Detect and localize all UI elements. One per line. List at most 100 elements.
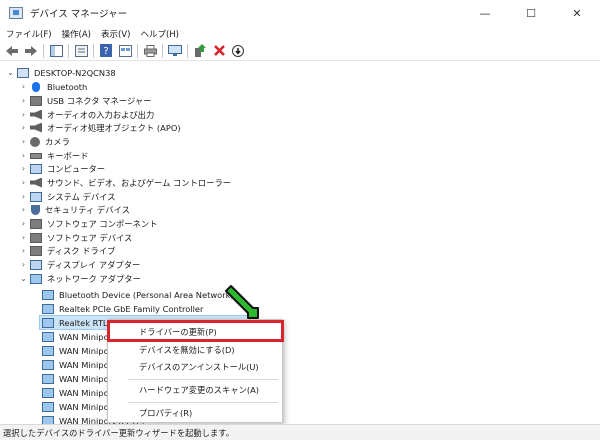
uninstall-device-button[interactable] bbox=[211, 43, 227, 59]
menu-item-label: プロパティ(R) bbox=[139, 408, 193, 418]
tree-item-label: セキュリティ デバイス bbox=[45, 204, 130, 215]
expand-chevron-icon[interactable]: › bbox=[19, 110, 28, 119]
maximize-button[interactable]: ☐ bbox=[508, 0, 554, 26]
status-bar: 選択したデバイスのドライバー更新ウィザードを起動します。 bbox=[0, 424, 600, 440]
tree-item-label: オーディオ処理オブジェクト (APO) bbox=[47, 122, 181, 133]
computer-icon bbox=[17, 67, 29, 78]
expand-chevron-icon[interactable]: › bbox=[19, 233, 28, 242]
tree-item-sound-video-game[interactable]: › サウンド、ビデオ、およびゲーム コントローラー bbox=[19, 176, 231, 189]
menu-item-uninstall-device[interactable]: デバイスのアンインストール(U) bbox=[112, 360, 280, 374]
network-adapter-icon bbox=[42, 387, 54, 398]
toolbar-separator bbox=[187, 43, 188, 58]
expand-chevron-icon[interactable]: › bbox=[19, 137, 28, 146]
scan-hardware-button[interactable] bbox=[167, 43, 183, 59]
speaker-icon bbox=[30, 177, 42, 188]
collapse-chevron-icon[interactable]: ⌄ bbox=[6, 68, 15, 77]
maximize-icon: ☐ bbox=[526, 6, 536, 20]
toolbar-separator bbox=[68, 43, 69, 58]
tree-item-bluetooth[interactable]: › Bluetooth bbox=[19, 80, 87, 93]
expand-chevron-icon[interactable]: › bbox=[19, 219, 28, 228]
expand-chevron-icon[interactable]: › bbox=[19, 178, 28, 187]
menu-separator bbox=[128, 379, 278, 380]
camera-icon bbox=[30, 136, 40, 147]
properties-button[interactable] bbox=[73, 43, 89, 59]
highlight-annotation bbox=[107, 320, 284, 342]
speaker-icon bbox=[30, 109, 42, 120]
tree-item-audio-io[interactable]: › オーディオの入力および出力 bbox=[19, 108, 154, 121]
tree-item-software-devices[interactable]: › ソフトウェア デバイス bbox=[19, 231, 132, 244]
minimize-button[interactable]: — bbox=[462, 0, 508, 26]
expand-chevron-icon[interactable]: › bbox=[19, 260, 28, 269]
close-button[interactable]: ✕ bbox=[554, 0, 600, 26]
menu-action[interactable]: 操作(A) bbox=[62, 28, 91, 40]
expand-chevron-icon[interactable]: › bbox=[19, 205, 28, 214]
tree-item-camera[interactable]: › カメラ bbox=[19, 135, 70, 148]
update-driver-button[interactable] bbox=[192, 43, 208, 59]
collapse-chevron-icon[interactable]: ⌄ bbox=[19, 274, 28, 283]
tree-item-label: カメラ bbox=[45, 136, 70, 147]
show-hide-tree-icon bbox=[49, 44, 63, 57]
disable-icon bbox=[232, 44, 244, 57]
print-icon bbox=[143, 44, 157, 57]
menu-file[interactable]: ファイル(F) bbox=[6, 28, 52, 40]
tree-item-usb-connector-manager[interactable]: › USB コネクタ マネージャー bbox=[19, 94, 151, 107]
action-view-icon bbox=[118, 44, 132, 57]
menu-item-properties[interactable]: プロパティ(R) bbox=[112, 406, 280, 420]
tree-item-label: ソフトウェア コンポーネント bbox=[47, 218, 158, 229]
show-hide-tree-button[interactable] bbox=[48, 43, 64, 59]
tree-item-label: システム デバイス bbox=[47, 191, 116, 202]
tree-item-bt-pan[interactable]: Bluetooth Device (Personal Area Network) bbox=[40, 288, 234, 301]
tree-item-label: ディスク ドライブ bbox=[47, 245, 116, 256]
tree-item-security-devices[interactable]: › セキュリティ デバイス bbox=[19, 203, 130, 216]
tree-item-keyboard[interactable]: › キーボード bbox=[19, 149, 89, 162]
bluetooth-icon bbox=[32, 81, 40, 92]
svg-text:?: ? bbox=[103, 46, 108, 57]
tree-item-label: Realtek PCIe GbE Family Controller bbox=[59, 303, 204, 314]
toolbar: ? bbox=[0, 41, 600, 61]
tree-item-computer[interactable]: › コンピューター bbox=[19, 162, 105, 175]
action-view-button[interactable] bbox=[117, 43, 133, 59]
forward-button[interactable] bbox=[23, 43, 39, 59]
window-title: デバイス マネージャー bbox=[30, 9, 128, 20]
menu-item-scan-hardware[interactable]: ハードウェア変更のスキャン(A) bbox=[112, 383, 280, 397]
tree-item-label: ネットワーク アダプター bbox=[47, 273, 141, 284]
green-arrow-icon bbox=[225, 285, 259, 319]
network-adapter-icon bbox=[42, 317, 54, 328]
window-controls: — ☐ ✕ bbox=[462, 0, 600, 26]
tree-root[interactable]: ⌄ DESKTOP-N2QCN38 bbox=[6, 66, 116, 79]
tree-item-audio-apo[interactable]: › オーディオ処理オブジェクト (APO) bbox=[19, 121, 181, 134]
expand-chevron-icon[interactable]: › bbox=[19, 82, 28, 91]
disable-device-button[interactable] bbox=[230, 43, 246, 59]
expand-chevron-icon[interactable]: › bbox=[19, 151, 28, 160]
expand-chevron-icon[interactable]: › bbox=[19, 123, 28, 132]
device-manager-icon bbox=[9, 7, 23, 19]
toolbar-separator bbox=[43, 43, 44, 58]
tree-item-label: ソフトウェア デバイス bbox=[47, 232, 133, 243]
network-adapter-icon bbox=[42, 359, 54, 370]
tree-item-label: キーボード bbox=[47, 150, 89, 161]
print-button[interactable] bbox=[142, 43, 158, 59]
tree-item-network-adapters[interactable]: ⌄ ネットワーク アダプター bbox=[19, 272, 141, 285]
network-adapter-icon bbox=[42, 401, 54, 412]
title-bar: デバイス マネージャー — ☐ ✕ bbox=[0, 0, 600, 26]
menu-item-disable-device[interactable]: デバイスを無効にする(D) bbox=[112, 343, 280, 357]
expand-chevron-icon[interactable]: › bbox=[19, 246, 28, 255]
expand-chevron-icon[interactable]: › bbox=[19, 96, 28, 105]
back-button[interactable] bbox=[4, 43, 20, 59]
expand-chevron-icon[interactable]: › bbox=[19, 192, 28, 201]
menu-view[interactable]: 表示(V) bbox=[101, 28, 130, 40]
tree-item-system-devices[interactable]: › システム デバイス bbox=[19, 190, 116, 203]
system-device-icon bbox=[30, 191, 42, 202]
tree-item-label: コンピューター bbox=[47, 163, 106, 174]
expand-chevron-icon[interactable]: › bbox=[19, 164, 28, 173]
tree-item-software-components[interactable]: › ソフトウェア コンポーネント bbox=[19, 217, 158, 230]
tree-item-realtek-gbe[interactable]: Realtek PCIe GbE Family Controller bbox=[40, 302, 203, 315]
help-button[interactable]: ? bbox=[98, 43, 114, 59]
network-adapter-icon bbox=[42, 331, 54, 342]
tree-item-display-adapters[interactable]: › ディスプレイ アダプター bbox=[19, 258, 140, 271]
disk-drive-icon bbox=[30, 245, 42, 256]
keyboard-icon bbox=[30, 152, 42, 159]
properties-icon bbox=[74, 44, 88, 57]
menu-help[interactable]: ヘルプ(H) bbox=[140, 28, 179, 40]
tree-item-disk-drives[interactable]: › ディスク ドライブ bbox=[19, 244, 115, 257]
